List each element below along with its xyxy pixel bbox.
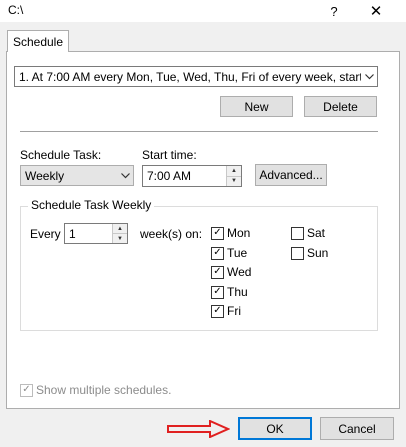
day-checkbox-sat[interactable]: Sat — [291, 226, 325, 240]
chevron-down-icon — [117, 166, 133, 185]
every-label: Every — [30, 227, 61, 241]
checkbox-checked-icon[interactable]: ✓ — [211, 265, 224, 279]
spin-down-icon[interactable]: ▼ — [113, 234, 127, 243]
schedule-task-label: Schedule Task: — [20, 148, 102, 162]
ok-button[interactable]: OK — [238, 417, 312, 440]
delete-schedule-button[interactable]: Delete — [304, 96, 377, 117]
schedules-dropdown[interactable]: 1. At 7:00 AM every Mon, Tue, Wed, Thu, … — [14, 66, 378, 87]
start-time-label: Start time: — [142, 148, 197, 162]
day-checkbox-mon[interactable]: ✓ Mon — [211, 226, 250, 240]
window-title: C:\ — [8, 3, 24, 17]
schedule-task-value: Weekly — [25, 168, 65, 183]
day-checkbox-fri[interactable]: ✓ Fri — [211, 304, 241, 318]
day-checkbox-thu[interactable]: ✓ Thu — [211, 285, 248, 299]
schedule-task-dropdown[interactable]: Weekly — [20, 165, 134, 186]
divider — [20, 131, 378, 132]
tab-schedule[interactable]: Schedule — [7, 30, 69, 52]
chevron-down-icon — [361, 67, 377, 86]
advanced-button[interactable]: Advanced... — [255, 164, 327, 186]
checkbox-checked-icon[interactable]: ✓ — [211, 285, 224, 299]
day-label: Thu — [227, 285, 248, 299]
checkbox-checked-icon[interactable]: ✓ — [211, 246, 224, 260]
annotation-arrow-icon — [167, 420, 230, 438]
day-label: Sat — [307, 226, 326, 240]
start-time-spinner[interactable]: 7:00 AM ▲ ▼ — [142, 165, 242, 187]
checkbox-checked-icon[interactable]: ✓ — [211, 226, 224, 240]
day-label: Wed — [227, 265, 252, 279]
title-bar: C:\ ? ✕ — [0, 0, 406, 22]
start-time-spin-buttons: ▲ ▼ — [226, 166, 241, 186]
checkbox-unchecked-icon[interactable] — [291, 246, 304, 260]
spin-down-icon[interactable]: ▼ — [227, 176, 241, 186]
task-schedule-dialog: C:\ ? ✕ Schedule 1. At 7:00 AM every Mon… — [0, 0, 406, 447]
schedules-dropdown-value: 1. At 7:00 AM every Mon, Tue, Wed, Thu, … — [19, 69, 361, 84]
every-weeks-value[interactable]: 1 — [65, 224, 112, 243]
day-label: Mon — [227, 226, 251, 240]
day-label: Fri — [227, 304, 241, 318]
every-weeks-spin-buttons: ▲ ▼ — [112, 224, 127, 243]
day-checkbox-sun[interactable]: Sun — [291, 246, 328, 260]
checkbox-checked-icon[interactable]: ✓ — [20, 383, 33, 397]
day-label: Sun — [307, 246, 329, 260]
spin-up-icon[interactable]: ▲ — [113, 224, 127, 234]
day-label: Tue — [227, 246, 248, 260]
show-multiple-schedules-label: Show multiple schedules. — [36, 383, 172, 397]
checkbox-checked-icon[interactable]: ✓ — [211, 304, 224, 318]
day-checkbox-wed[interactable]: ✓ Wed — [211, 265, 251, 279]
show-multiple-schedules-checkbox[interactable]: ✓ Show multiple schedules. — [20, 383, 171, 397]
spin-up-icon[interactable]: ▲ — [227, 166, 241, 177]
weekly-group-title: Schedule Task Weekly — [28, 198, 155, 212]
close-button[interactable]: ✕ — [362, 0, 390, 22]
every-weeks-spinner[interactable]: 1 ▲ ▼ — [64, 223, 128, 244]
cancel-button[interactable]: Cancel — [320, 417, 394, 440]
start-time-value[interactable]: 7:00 AM — [143, 166, 226, 186]
day-checkbox-tue[interactable]: ✓ Tue — [211, 246, 247, 260]
new-schedule-button[interactable]: New — [220, 96, 293, 117]
help-button[interactable]: ? — [320, 0, 348, 22]
weeks-on-label: week(s) on: — [140, 227, 203, 241]
checkbox-unchecked-icon[interactable] — [291, 226, 304, 240]
